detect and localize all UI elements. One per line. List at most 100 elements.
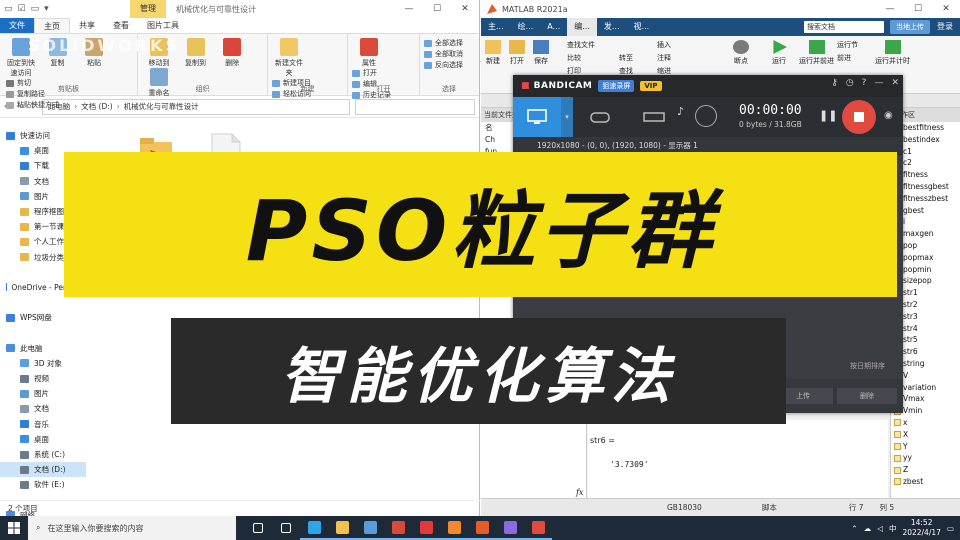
tab-view[interactable]: 查看 [104,18,138,33]
copy-to-button[interactable]: 复制到 [179,38,213,68]
workspace-variable[interactable]: zbest [891,476,960,488]
stop-record-button[interactable] [842,100,876,134]
tab-view[interactable]: 视... [627,18,657,36]
run-time-button[interactable]: 运行并计时 [875,40,910,66]
device-mode-button[interactable] [627,97,681,137]
paste-shortcut-button[interactable]: 粘贴快捷方式 [6,100,59,111]
taskbar-app[interactable] [384,516,412,540]
properties-button[interactable]: 属性 [352,38,386,68]
share-button[interactable]: 当地上传 [890,20,930,34]
minimize-icon[interactable]: — [874,78,883,88]
open-button[interactable]: 打开 [509,40,525,66]
invert-selection-button[interactable]: 反向选择 [424,60,474,71]
minimize-icon[interactable]: — [876,0,904,18]
mode-dropdown-icon[interactable]: ▾ [561,97,573,137]
microphone-icon[interactable]: ♪ [677,105,684,118]
taskbar-app[interactable] [356,516,384,540]
workspace-variable[interactable]: Y [891,441,960,453]
taskbar-search[interactable]: ⌕ 在这里输入你要搜索的内容 [28,516,236,540]
key-icon[interactable]: ⚷ [831,78,838,88]
select-all-button[interactable]: 全部选择 [424,38,474,49]
close-icon[interactable]: ✕ [451,0,479,18]
breakpoint-button[interactable]: 断点 [733,40,749,66]
tab-picture-tools[interactable]: 图片工具 [138,18,188,33]
notification-icon[interactable]: ▭ [947,524,954,533]
breadcrumb-drive-d[interactable]: 文档 (D:) [81,102,113,111]
nav-item[interactable]: 文档 [0,401,86,416]
chevron-up-icon[interactable]: ⌃ [851,524,857,533]
tab-apps[interactable]: A... [540,18,567,36]
webcam-icon[interactable] [695,105,717,127]
advance-button[interactable]: 前进 [837,53,851,63]
start-button[interactable] [0,516,28,540]
run-advance-button[interactable]: 运行并前进 [799,40,834,66]
manage-context-tab[interactable]: 管理 [130,0,166,18]
nav-item[interactable]: WPS网盘 [0,310,86,325]
volume-icon[interactable]: ◁ [877,524,883,533]
help-icon[interactable]: ? [862,78,867,88]
ime-indicator[interactable]: 中 [889,523,897,534]
nav-item[interactable]: 视频 [0,371,86,386]
nav-item[interactable]: 图片 [0,386,86,401]
network-icon[interactable]: ☁ [864,524,872,533]
taskbar-app[interactable] [272,516,300,540]
new-folder-button[interactable]: 新建文件夹 [272,38,306,78]
clock[interactable]: 14:52 2022/4/17 [902,518,940,538]
taskbar-app[interactable] [300,516,328,540]
taskbar-app[interactable] [412,516,440,540]
tab-file[interactable]: 文件 [0,18,34,33]
tab-publish[interactable]: 发... [597,18,627,36]
sort-by-date[interactable]: 按日期排序 [850,361,885,371]
address-bar[interactable]: 此电脑 › 文档 (D:) › 机械优化与可靠性设计 [41,98,350,115]
new-button[interactable]: 新建 [485,40,501,66]
screen-mode-button[interactable] [513,97,561,137]
workspace-variable[interactable]: X [891,429,960,441]
workspace-variable[interactable]: yy [891,452,960,464]
pause-icon[interactable]: ❚❚ [819,109,837,122]
nav-item[interactable]: 桌面 [0,432,86,447]
nav-item[interactable]: 软件 (E:) [0,477,86,492]
workspace-variable[interactable]: x [891,417,960,429]
close-icon[interactable]: ✕ [891,78,899,88]
folder-icon[interactable]: ▭ [31,4,40,14]
taskbar-app[interactable] [468,516,496,540]
breadcrumb-folder[interactable]: 机械优化与可靠性设计 [124,102,199,111]
taskbar-app[interactable] [440,516,468,540]
taskbar-app[interactable] [496,516,524,540]
tab-home[interactable]: 主页 [34,18,70,33]
taskbar-app[interactable] [524,516,552,540]
clock-icon[interactable]: ◷ [846,78,854,88]
tab-share[interactable]: 共享 [70,18,104,33]
minimize-icon[interactable]: — [395,0,423,18]
comment-button[interactable]: 注释 [657,53,671,63]
login-button[interactable]: 登录 [930,18,960,36]
maximize-icon[interactable]: ☐ [904,0,932,18]
delete-button[interactable]: 删除 [215,38,249,68]
find-file-button[interactable]: 查找文件 [567,40,595,50]
open-button[interactable]: 打开 [352,68,391,79]
close-icon[interactable]: ✕ [932,0,960,18]
game-mode-button[interactable] [573,97,627,137]
nav-item[interactable]: 3D 对象 [0,356,86,371]
nav-item[interactable]: 快速访问 [0,128,86,143]
compare-button[interactable]: 比较 [567,53,581,63]
delete-button[interactable]: 删除 [837,388,897,404]
insert-button[interactable]: 插入 [657,40,671,50]
run-section-button[interactable]: 运行节 [837,40,858,50]
screenshot-icon[interactable]: ◉ [884,110,893,121]
tab-home[interactable]: 主... [481,18,511,36]
maximize-icon[interactable]: ☐ [423,0,451,18]
nav-item[interactable]: 音乐 [0,417,86,432]
vip-badge[interactable]: VIP [640,81,662,91]
select-none-button[interactable]: 全部取消 [424,49,474,60]
dropdown-icon[interactable]: ▾ [44,4,49,14]
save-button[interactable]: 保存 [533,40,549,66]
goto-button[interactable]: 转至 [619,53,633,63]
checkbox-icon[interactable]: ☑ [18,4,26,14]
run-button[interactable]: 运行 [771,40,787,66]
doc-search-input[interactable]: 搜索文档 [804,21,884,33]
command-window[interactable]: str6 = '3.7309' fx [576,420,888,510]
taskbar-app[interactable] [244,516,272,540]
tab-plots[interactable]: 绘... [511,18,541,36]
taskbar-app[interactable] [328,516,356,540]
